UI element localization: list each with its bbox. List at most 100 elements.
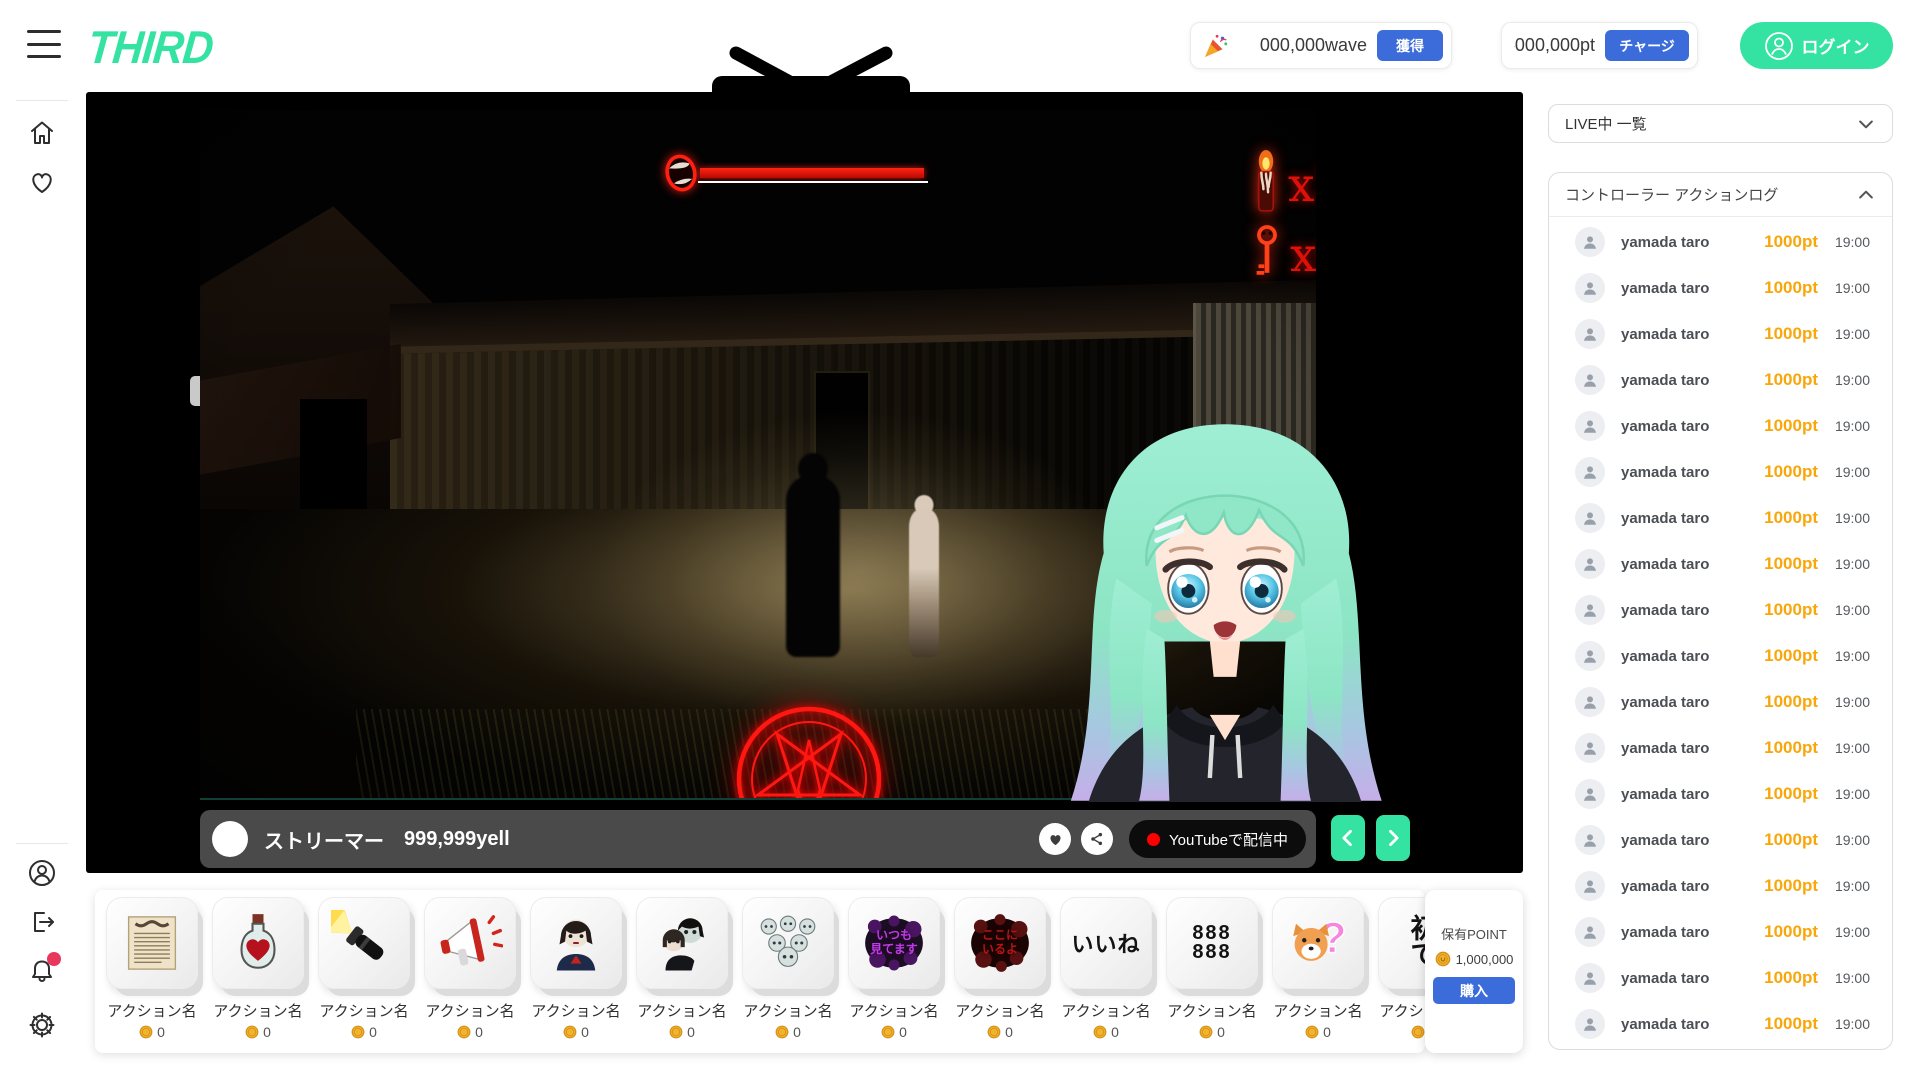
chevron-up-icon[interactable]	[1856, 185, 1876, 205]
action-count: 0	[1411, 1024, 1425, 1040]
share-button[interactable]	[1081, 823, 1113, 855]
log-username: yamada taro	[1621, 234, 1748, 251]
coin-icon	[351, 1025, 365, 1039]
action-keycap-button[interactable]	[530, 897, 622, 989]
log-time: 19:00	[1818, 464, 1870, 480]
gear-icon[interactable]	[27, 1010, 57, 1040]
action-item: いいね アクション名 0	[1053, 897, 1159, 1053]
action-count-value: 0	[687, 1024, 695, 1040]
log-time: 19:00	[1818, 602, 1870, 618]
action-keycap-button[interactable]	[742, 897, 834, 989]
user-circle-icon	[1764, 31, 1794, 61]
chevron-right-icon	[1383, 828, 1403, 848]
action-label: アクション名	[955, 1000, 1044, 1021]
coin-icon	[563, 1025, 577, 1039]
action-keycap-button[interactable]: ここに いるよ	[954, 897, 1046, 989]
app-logo: THIRD	[85, 20, 215, 74]
action-label: アクション名	[1167, 1000, 1256, 1021]
left-sidebar	[0, 0, 86, 1080]
log-points: 1000pt	[1748, 1014, 1818, 1034]
chevron-down-icon[interactable]	[1856, 114, 1876, 134]
log-time: 19:00	[1818, 648, 1870, 664]
log-time: 19:00	[1818, 740, 1870, 756]
action-log-header[interactable]: コントローラー アクションログ	[1549, 173, 1892, 217]
action-count: 0	[987, 1024, 1013, 1040]
heart-icon[interactable]	[27, 167, 57, 197]
action-count-value: 0	[899, 1024, 907, 1040]
log-username: yamada taro	[1621, 556, 1748, 573]
buy-button[interactable]: 購入	[1433, 977, 1515, 1004]
divider	[16, 100, 68, 101]
action-count-value: 0	[581, 1024, 589, 1040]
action-keycap-button[interactable]	[212, 897, 304, 989]
action-keycap-button[interactable]	[424, 897, 516, 989]
action-keycap-button[interactable]	[106, 897, 198, 989]
action-thumbnail	[225, 910, 291, 976]
coin-icon	[1435, 951, 1451, 967]
streamer-avatar[interactable]	[212, 821, 248, 857]
login-button[interactable]: ログイン	[1740, 22, 1893, 69]
log-entry: yamada taro 1000pt 19:00	[1549, 817, 1892, 863]
action-thumbnail	[437, 910, 503, 976]
next-stream-button[interactable]	[1376, 815, 1410, 861]
action-label: アクション名	[319, 1000, 408, 1021]
action-count: 0	[775, 1024, 801, 1040]
home-icon[interactable]	[27, 118, 57, 148]
action-thumbnail	[967, 910, 1033, 976]
user-avatar-icon	[1575, 319, 1605, 349]
log-username: yamada taro	[1621, 418, 1748, 435]
account-icon[interactable]	[27, 858, 57, 888]
charge-button[interactable]: チャージ	[1605, 30, 1689, 61]
action-keycap-button[interactable]	[318, 897, 410, 989]
candle-icon	[1247, 150, 1285, 216]
action-item: アクション名 0	[417, 897, 523, 1053]
log-points: 1000pt	[1748, 922, 1818, 942]
log-entry: yamada taro 1000pt 19:00	[1549, 265, 1892, 311]
action-thumbnail	[331, 910, 397, 976]
user-avatar-icon	[1575, 273, 1605, 303]
action-keycap-button[interactable]: 888 888	[1166, 897, 1258, 989]
coin-icon	[1305, 1025, 1319, 1039]
prev-stream-button[interactable]	[1331, 815, 1365, 861]
action-thumbnail	[1073, 910, 1139, 976]
point-panel-label: 保有POINT	[1425, 924, 1523, 943]
user-avatar-icon	[1575, 227, 1605, 257]
action-keycap-button[interactable]: いいね	[1060, 897, 1152, 989]
action-thumbnail	[755, 910, 821, 976]
action-keycap-button[interactable]	[636, 897, 728, 989]
action-keycap-button[interactable]: ?	[1272, 897, 1364, 989]
log-time: 19:00	[1818, 372, 1870, 388]
action-count-value: 0	[157, 1024, 165, 1040]
action-keycap-button[interactable]: いつも 見てます	[848, 897, 940, 989]
log-time: 19:00	[1818, 970, 1870, 986]
action-thumbnail	[1391, 910, 1425, 976]
user-avatar-icon	[1575, 503, 1605, 533]
favorite-button[interactable]	[1039, 823, 1071, 855]
live-list-card[interactable]: LIVE中 一覧	[1548, 104, 1893, 143]
log-entry: yamada taro 1000pt 19:00	[1549, 403, 1892, 449]
action-item: 初 で アクション名 0	[1371, 897, 1425, 1053]
action-item: アクション名 0	[99, 897, 205, 1053]
login-label: ログイン	[1802, 33, 1870, 58]
action-count: 0	[1305, 1024, 1331, 1040]
logout-icon[interactable]	[27, 907, 57, 937]
log-entry: yamada taro 1000pt 19:00	[1549, 955, 1892, 1001]
log-username: yamada taro	[1621, 602, 1748, 619]
action-count: 0	[1093, 1024, 1119, 1040]
action-label: アクション名	[743, 1000, 832, 1021]
key-icon	[1250, 224, 1284, 282]
log-username: yamada taro	[1621, 510, 1748, 527]
bell-icon[interactable]	[27, 956, 57, 986]
action-count: 0	[881, 1024, 907, 1040]
point-counter: 000,000pt チャージ	[1501, 22, 1698, 69]
app-root: THIRD 000,000wave 獲得 000,000pt チャージ ログイン	[0, 0, 1920, 1080]
youtube-live-badge[interactable]: YouTubeで配信中	[1129, 820, 1306, 858]
youtube-live-label: YouTubeで配信中	[1169, 829, 1288, 850]
wave-get-button[interactable]: 獲得	[1377, 30, 1443, 61]
log-entry: yamada taro 1000pt 19:00	[1549, 725, 1892, 771]
drawer-handle[interactable]	[190, 376, 200, 406]
coin-icon	[881, 1025, 895, 1039]
action-count: 0	[139, 1024, 165, 1040]
candle-count: x3	[1288, 162, 1316, 209]
action-keycap-button[interactable]: 初 で	[1378, 897, 1425, 989]
